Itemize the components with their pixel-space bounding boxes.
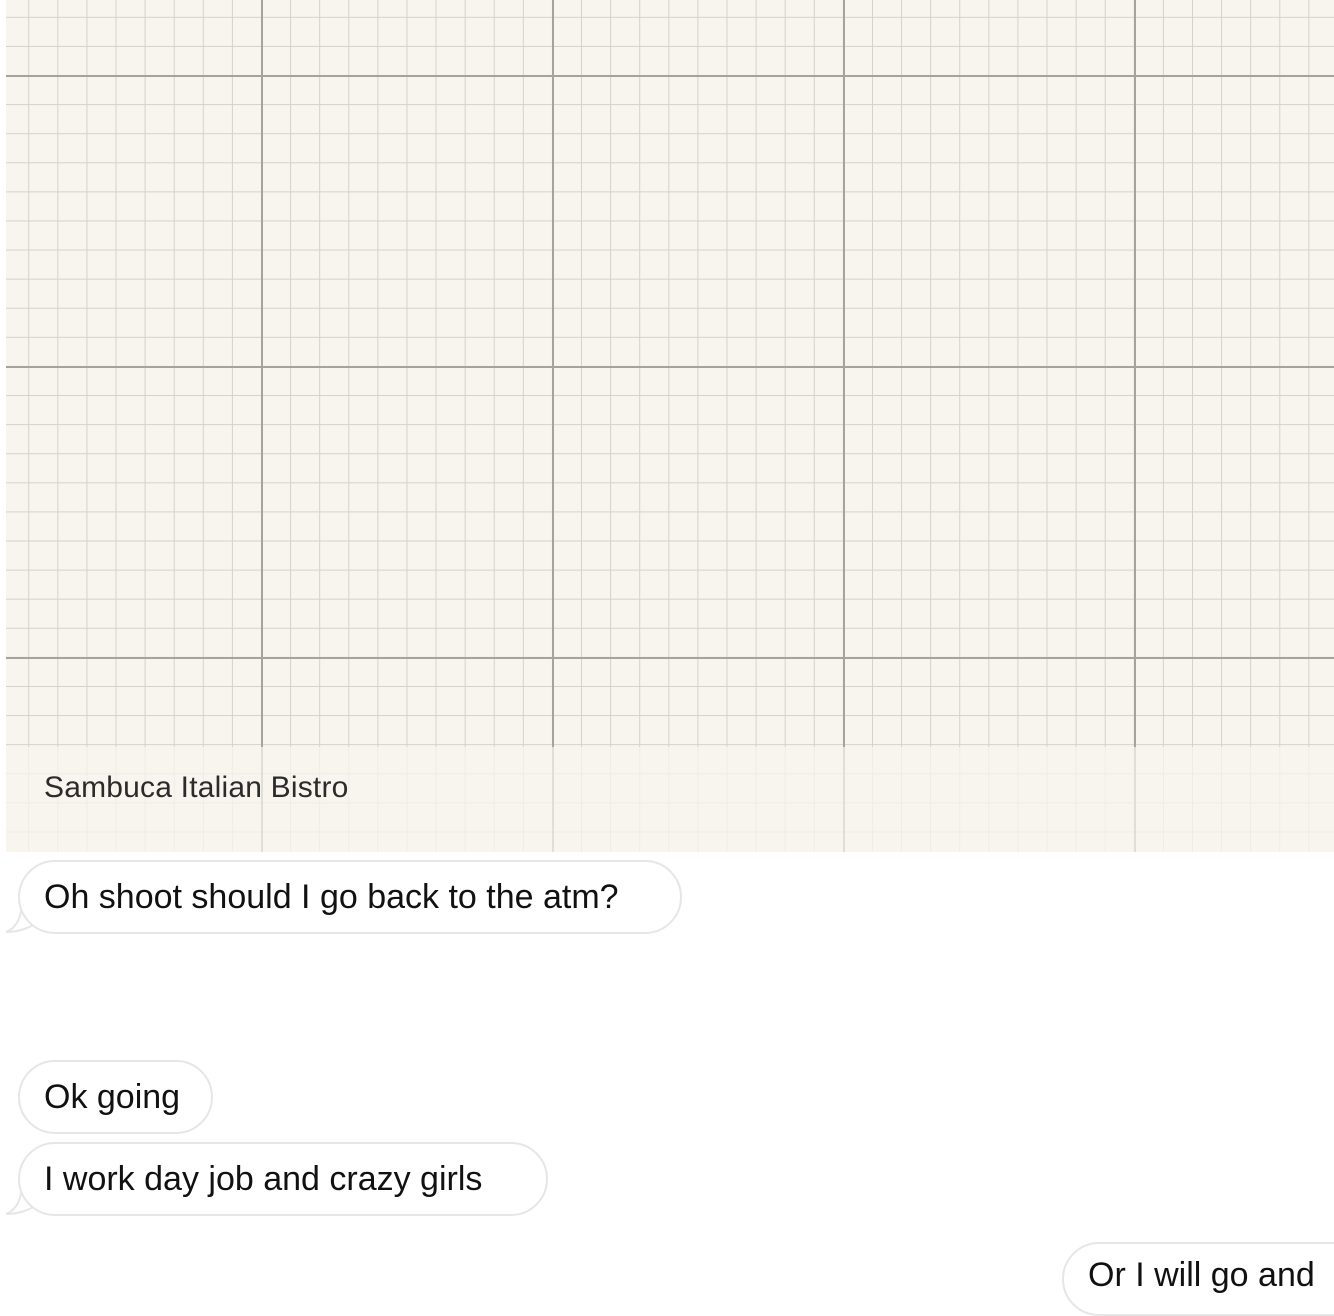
- location-map-card[interactable]: Sambuca Italian Bistro: [6, 0, 1334, 852]
- map-caption-bar: Sambuca Italian Bistro: [6, 747, 1334, 852]
- message-bubble-partial[interactable]: Or I will go and: [1062, 1242, 1334, 1316]
- place-name: Sambuca Italian Bistro: [44, 771, 349, 804]
- message-text: Ok going: [44, 1078, 181, 1116]
- message-bubble-incoming[interactable]: Oh shoot should I go back to the atm?: [18, 860, 682, 934]
- message-bubble-incoming[interactable]: I work day job and crazy girls: [18, 1142, 548, 1216]
- message-text: I work day job and crazy girls: [44, 1160, 483, 1198]
- message-bubble-incoming[interactable]: Ok going: [18, 1060, 213, 1134]
- message-text: Oh shoot should I go back to the atm?: [44, 878, 619, 916]
